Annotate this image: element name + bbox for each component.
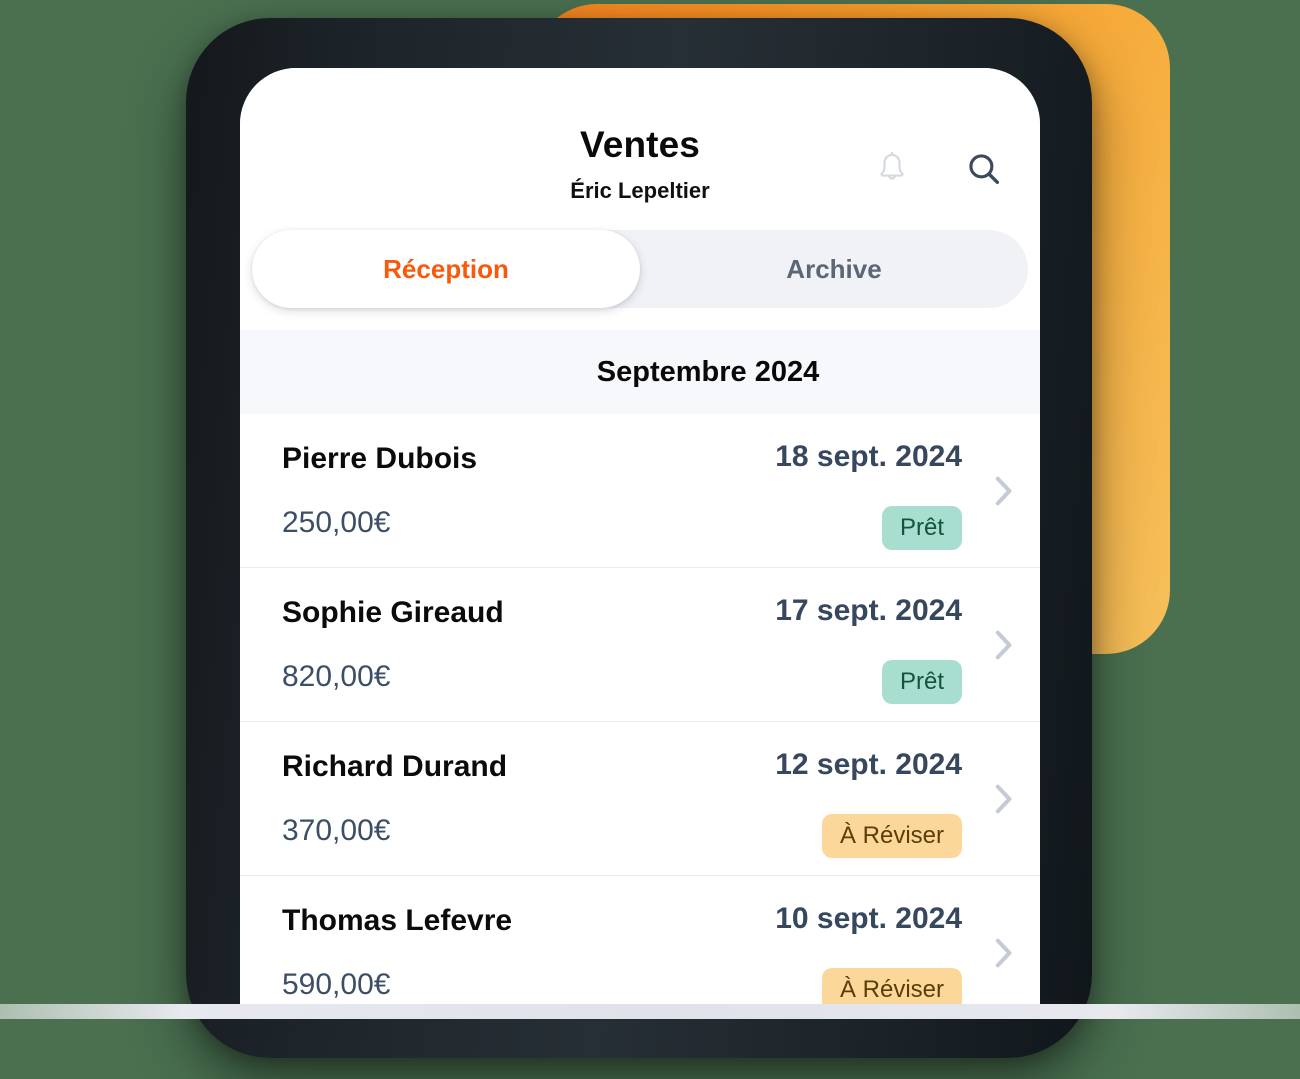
transaction-date: 18 sept. 2024 — [775, 440, 962, 473]
table-row[interactable]: Richard Durand 370,00€ 12 sept. 2024 À R… — [240, 722, 1040, 876]
status-badge: À Réviser — [821, 968, 962, 1006]
transaction-list: Pierre Dubois 250,00€ 18 sept. 2024 Prêt… — [240, 414, 1040, 1006]
transaction-name: Pierre Dubois — [282, 442, 478, 475]
bell-icon — [877, 151, 907, 189]
transaction-date: 17 sept. 2024 — [775, 594, 962, 627]
chevron-right-icon[interactable] — [988, 783, 1020, 815]
transaction-amount: 250,00€ — [282, 506, 391, 539]
transaction-amount: 370,00€ — [282, 814, 391, 847]
transaction-date: 12 sept. 2024 — [775, 748, 962, 781]
search-icon — [967, 152, 1001, 189]
chevron-right-icon[interactable] — [988, 475, 1020, 507]
tab-bar: Réception Archive — [252, 230, 1028, 308]
transaction-name: Thomas Lefevre — [282, 904, 513, 937]
surface-line — [0, 1004, 1300, 1019]
month-header: Septembre 2024 — [240, 330, 1040, 414]
notifications-button[interactable] — [870, 148, 914, 192]
tab-reception[interactable]: Réception — [252, 230, 640, 308]
table-row[interactable]: Pierre Dubois 250,00€ 18 sept. 2024 Prêt — [240, 414, 1040, 568]
app-header: Ventes Éric Lepeltier — [240, 68, 1040, 216]
table-row[interactable]: Sophie Gireaud 820,00€ 17 sept. 2024 Prê… — [240, 568, 1040, 722]
transaction-name: Sophie Gireaud — [282, 596, 504, 629]
phone-screen: Ventes Éric Lepeltier Réception Archive … — [240, 68, 1040, 1006]
table-row[interactable]: Thomas Lefevre 590,00€ 10 sept. 2024 À R… — [240, 876, 1040, 1006]
transaction-name: Richard Durand — [282, 750, 508, 783]
status-badge: Prêt — [881, 660, 962, 705]
chevron-right-icon[interactable] — [988, 629, 1020, 661]
scene: Ventes Éric Lepeltier Réception Archive … — [0, 0, 1300, 1079]
transaction-date: 10 sept. 2024 — [775, 902, 962, 935]
transaction-amount: 590,00€ — [282, 968, 391, 1001]
search-button[interactable] — [962, 148, 1006, 192]
tab-archive[interactable]: Archive — [640, 230, 1028, 308]
month-label: Septembre 2024 — [596, 355, 820, 388]
transaction-amount: 820,00€ — [282, 660, 391, 693]
chevron-right-icon[interactable] — [988, 937, 1020, 969]
status-badge: À Réviser — [821, 814, 962, 859]
header-actions — [870, 148, 1006, 192]
status-badge: Prêt — [881, 506, 962, 551]
